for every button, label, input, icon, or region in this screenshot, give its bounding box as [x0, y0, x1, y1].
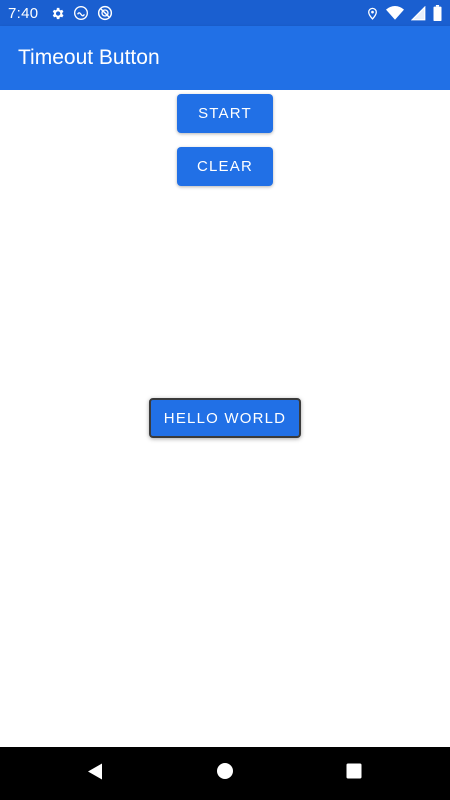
recents-icon: [346, 763, 362, 784]
clear-button[interactable]: CLEAR: [177, 147, 273, 186]
back-button[interactable]: [65, 747, 125, 800]
no-disturb-icon: [97, 5, 113, 21]
wifi-icon: [386, 6, 404, 20]
app-bar: Timeout Button: [0, 26, 450, 90]
home-icon: [216, 762, 234, 785]
home-button[interactable]: [195, 747, 255, 800]
status-time: 7:40: [8, 4, 39, 22]
content-area: START CLEAR HELLO WORLD: [0, 90, 450, 747]
status-left: 7:40: [8, 5, 113, 22]
hello-world-button[interactable]: HELLO WORLD: [149, 398, 301, 438]
status-bar: 7:40: [0, 0, 450, 26]
recents-button[interactable]: [324, 747, 384, 800]
android-debug-icon: [73, 5, 89, 21]
battery-icon: [433, 5, 442, 21]
start-button[interactable]: START: [177, 94, 273, 133]
location-icon: [366, 6, 379, 21]
app-title: Timeout Button: [18, 46, 160, 69]
gear-icon: [50, 6, 65, 21]
navigation-bar: [0, 747, 450, 800]
back-icon: [87, 763, 103, 785]
signal-icon: [411, 5, 426, 21]
status-right: [366, 5, 442, 21]
